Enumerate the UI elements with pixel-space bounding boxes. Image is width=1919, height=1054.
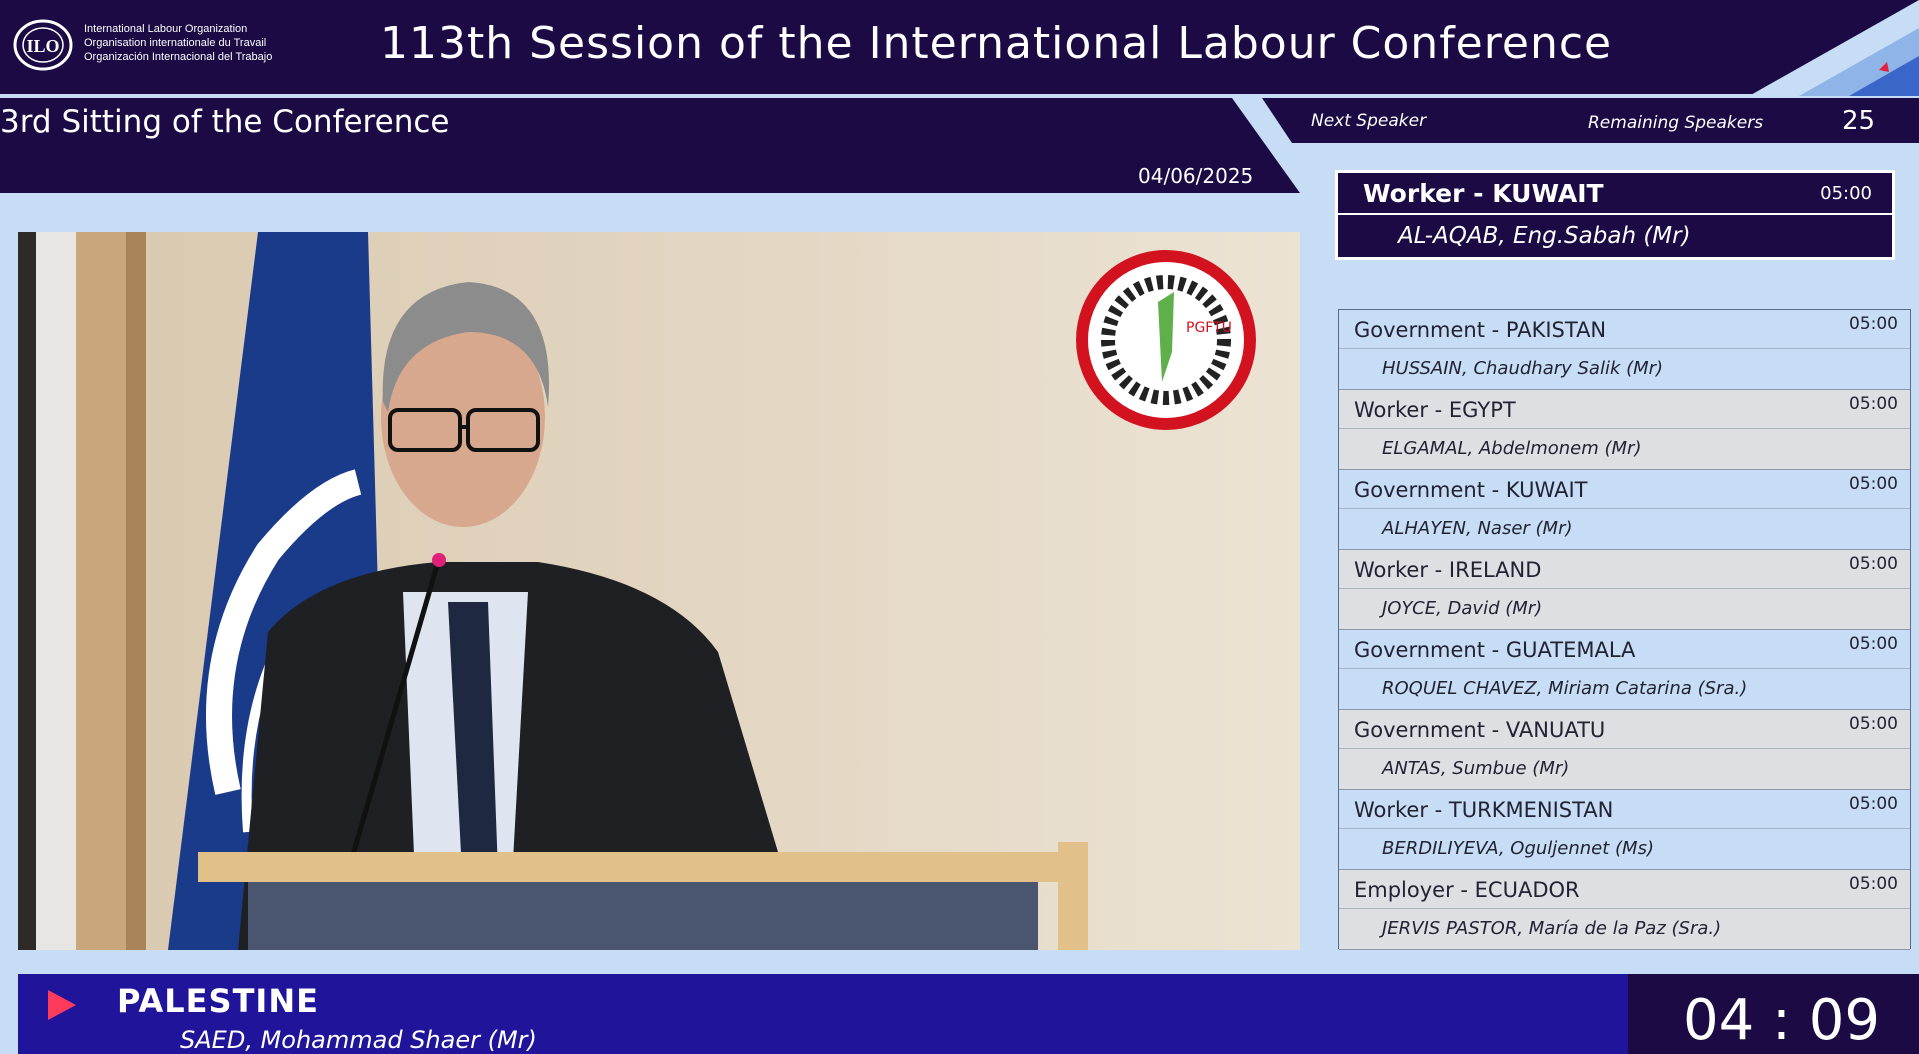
next-speaker-time: 05:00: [1820, 183, 1872, 204]
next-speaker-name: AL-AQAB, Eng.Sabah (Mr): [1398, 223, 1691, 249]
organization-names: International Labour Organization Organi…: [84, 22, 272, 64]
speaker-group-country: Government - PAKISTAN: [1354, 318, 1607, 342]
current-speaker-country: PALESTINE: [117, 982, 319, 1020]
speaker-name: HUSSAIN, Chaudhary Salik (Mr): [1382, 358, 1664, 379]
organization-name-es: Organización Internacional del Trabajo: [84, 51, 273, 63]
speaker-time: 05:00: [1849, 634, 1898, 654]
speaker-time: 05:00: [1849, 714, 1898, 734]
list-item[interactable]: Government - KUWAIT 05:00 ALHAYEN, Naser…: [1339, 470, 1910, 550]
divider: [1339, 348, 1910, 349]
divider: [1339, 588, 1910, 589]
current-speaker-name: SAED, Mohammad Shaer (Mr): [180, 1026, 537, 1054]
speaker-name: JOYCE, David (Mr): [1382, 598, 1543, 619]
organization-name-fr: Organisation internationale du Travail: [84, 37, 267, 49]
speaker-name: ROQUEL CHAVEZ, Miriam Catarina (Sra.): [1382, 678, 1748, 699]
ilo-logo-icon: ILO: [13, 19, 73, 71]
list-item[interactable]: Government - VANUATU 05:00 ANTAS, Sumbue…: [1339, 710, 1910, 790]
svg-text:ILO: ILO: [26, 36, 59, 56]
speaker-time: 05:00: [1849, 314, 1898, 334]
list-item[interactable]: Worker - TURKMENISTAN 05:00 BERDILIYEVA,…: [1339, 790, 1910, 870]
podium: [198, 852, 1058, 882]
list-item[interactable]: Employer - ECUADOR 05:00 JERVIS PASTOR, …: [1339, 870, 1910, 950]
divider: [1339, 508, 1910, 509]
sitting-title: 3rd Sitting of the Conference: [0, 104, 450, 140]
header-decoration-icon: [1749, 0, 1919, 96]
header-bar: ILO International Labour Organization Or…: [0, 0, 1919, 96]
speaker-list[interactable]: Government - PAKISTAN 05:00 HUSSAIN, Cha…: [1338, 309, 1911, 950]
speaker-group-country: Worker - IRELAND: [1354, 558, 1542, 582]
list-item[interactable]: Worker - EGYPT 05:00 ELGAMAL, Abdelmonem…: [1339, 390, 1910, 470]
list-item[interactable]: Government - GUATEMALA 05:00 ROQUEL CHAV…: [1339, 630, 1910, 710]
speaker-name: JERVIS PASTOR, María de la Paz (Sra.): [1382, 918, 1722, 939]
speaker-name: ELGAMAL, Abdelmonem (Mr): [1382, 438, 1642, 459]
speaker-time: 05:00: [1849, 554, 1898, 574]
divider: [1339, 828, 1910, 829]
speaker-name: ALHAYEN, Naser (Mr): [1382, 518, 1573, 539]
speaker-time: 05:00: [1849, 794, 1898, 814]
next-speaker-card: Worker - KUWAIT 05:00 AL-AQAB, Eng.Sabah…: [1335, 170, 1895, 260]
speaker-group-country: Government - VANUATU: [1354, 718, 1606, 742]
conference-title: 113th Session of the International Labou…: [380, 18, 1613, 69]
next-speaker-country: Worker - KUWAIT: [1363, 179, 1604, 208]
sitting-date: 04/06/2025: [1138, 164, 1254, 188]
speaker-name: BERDILIYEVA, Oguljennet (Ms): [1382, 838, 1654, 859]
speaker-time: 05:00: [1849, 474, 1898, 494]
divider: [1339, 428, 1910, 429]
speaker-group-country: Employer - ECUADOR: [1354, 878, 1580, 902]
video-feed: PGFTU: [18, 232, 1300, 950]
speaker-time: 05:00: [1849, 874, 1898, 894]
remaining-speakers-label: Remaining Speakers: [1588, 113, 1764, 133]
speaking-timer: 04 : 09: [1683, 988, 1880, 1053]
emblem-text: PGFTU: [1186, 320, 1232, 336]
speaker-group-country: Government - KUWAIT: [1354, 478, 1588, 502]
speaker-name: ANTAS, Sumbue (Mr): [1382, 758, 1570, 779]
video-frame: PGFTU: [18, 232, 1300, 950]
speaker-group-country: Worker - TURKMENISTAN: [1354, 798, 1614, 822]
divider: [1339, 748, 1910, 749]
divider: [1339, 908, 1910, 909]
play-icon: [48, 990, 76, 1020]
list-item[interactable]: Government - PAKISTAN 05:00 HUSSAIN, Cha…: [1339, 310, 1910, 390]
speaker-group-country: Worker - EGYPT: [1354, 398, 1516, 422]
divider: [1339, 668, 1910, 669]
next-speaker-label: Next Speaker: [1311, 111, 1427, 131]
speaker-time: 05:00: [1849, 394, 1898, 414]
pgftu-emblem-icon: PGFTU: [1076, 250, 1256, 430]
organization-name-en: International Labour Organization: [84, 23, 248, 35]
remaining-speakers-count: 25: [1842, 106, 1876, 136]
list-item[interactable]: Worker - IRELAND 05:00 JOYCE, David (Mr): [1339, 550, 1910, 630]
next-speaker-header: Worker - KUWAIT 05:00: [1338, 173, 1892, 215]
speaker-group-country: Government - GUATEMALA: [1354, 638, 1636, 662]
